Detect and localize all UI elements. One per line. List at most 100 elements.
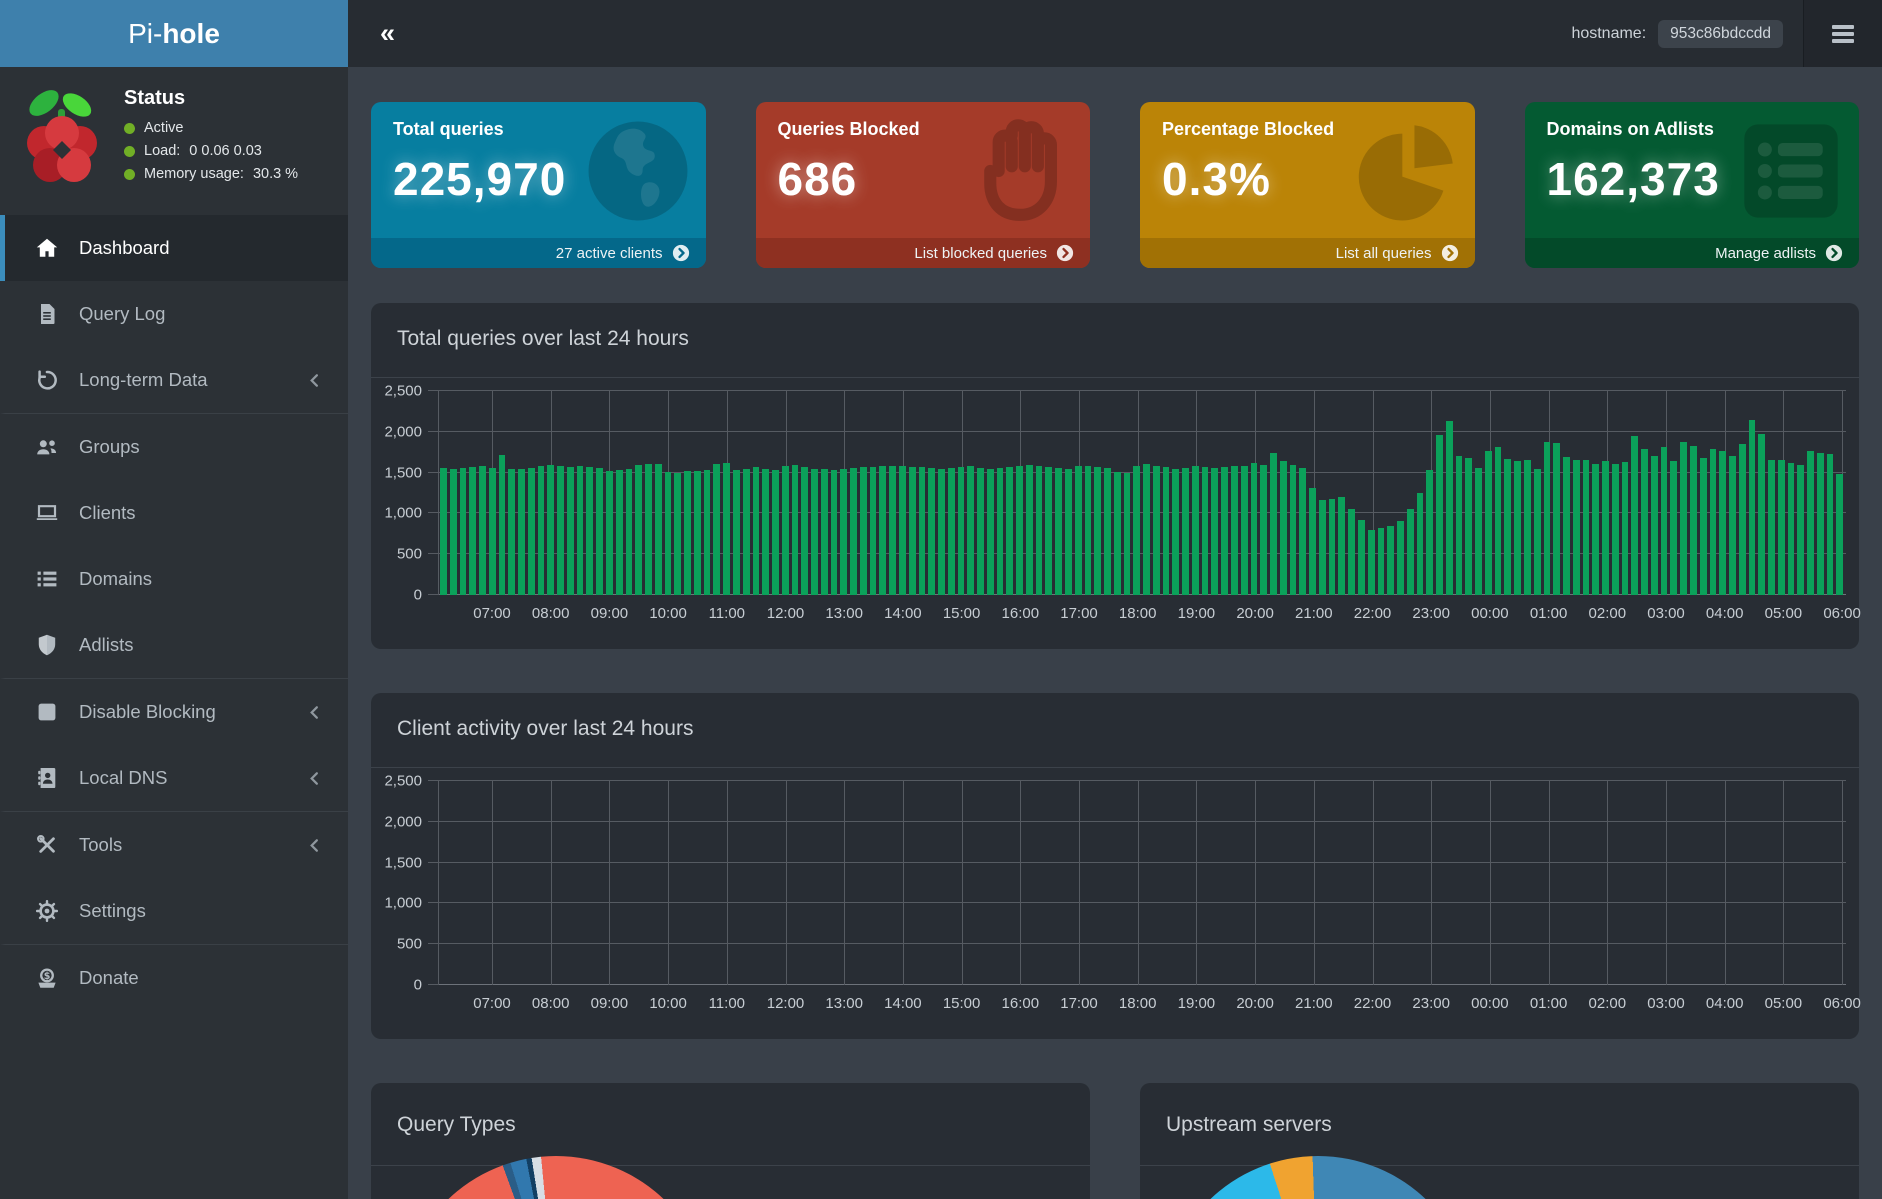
card-footer-link-27-active-clients[interactable]: 27 active clients xyxy=(371,238,706,268)
y-tick xyxy=(428,984,438,985)
query-bar xyxy=(938,469,945,595)
x-axis-label: 20:00 xyxy=(1236,995,1274,1012)
query-bar xyxy=(919,467,926,595)
query-bar xyxy=(1827,454,1834,595)
status-load-line: Load: 0 0.06 0.03 xyxy=(124,143,298,159)
query-bar xyxy=(1251,463,1258,595)
total-queries-chart[interactable]: 05001,0001,5002,0002,500 xyxy=(438,391,1846,595)
file-icon xyxy=(35,302,59,326)
sidebar-item-adlists[interactable]: Adlists xyxy=(0,612,348,678)
x-axis-label: 12:00 xyxy=(767,995,805,1012)
sidebar-collapse-button[interactable]: « xyxy=(380,20,395,47)
sidebar-item-query-log[interactable]: Query Log xyxy=(0,281,348,347)
query-bar xyxy=(1553,443,1560,595)
query-bar xyxy=(889,466,896,595)
x-axis-label: 06:00 xyxy=(1823,995,1861,1012)
query-bar xyxy=(1778,460,1785,595)
y-tick xyxy=(428,862,438,863)
card-title: Total queries xyxy=(393,119,684,140)
x-axis-label: 04:00 xyxy=(1706,995,1744,1012)
main-area: « hostname: 953c86bdccdd Total queries22… xyxy=(348,0,1882,1199)
sidebar-item-label: Local DNS xyxy=(79,767,167,789)
address-book-icon xyxy=(35,766,59,790)
x-axis-label: 15:00 xyxy=(943,605,981,622)
y-axis-label: 0 xyxy=(414,977,422,994)
query-bar xyxy=(1143,464,1150,595)
brand-prefix: Pi- xyxy=(128,18,162,50)
hamburger-menu-button[interactable] xyxy=(1803,0,1882,67)
query-bar xyxy=(626,469,633,595)
card-body: Domains on Adlists162,373 xyxy=(1525,102,1860,238)
x-axis-label: 11:00 xyxy=(709,605,745,622)
query-bar xyxy=(1299,468,1306,595)
sidebar-item-label: Domains xyxy=(79,568,152,590)
card-footer-link-list-all-queries[interactable]: List all queries xyxy=(1140,238,1475,268)
sidebar-item-label: Tools xyxy=(79,834,122,856)
query-bar xyxy=(743,469,750,595)
query-bar xyxy=(987,469,994,595)
y-axis-label: 2,500 xyxy=(384,383,422,400)
query-bar xyxy=(1612,464,1619,595)
green-dot-icon xyxy=(124,123,135,134)
query-bar xyxy=(753,467,760,595)
query-bar xyxy=(596,468,603,595)
card-body: Percentage Blocked0.3% xyxy=(1140,102,1475,238)
sidebar-item-domains[interactable]: Domains xyxy=(0,546,348,612)
sidebar-item-clients[interactable]: Clients xyxy=(0,480,348,546)
sidebar-item-groups[interactable]: Groups xyxy=(0,413,348,480)
x-axis-label: 04:00 xyxy=(1706,605,1744,622)
y-tick xyxy=(428,902,438,903)
query-bar xyxy=(1592,464,1599,595)
client-activity-chart[interactable]: 05001,0001,5002,0002,500 xyxy=(438,781,1846,985)
query-bar xyxy=(1729,456,1736,595)
pie-panels-row: Query Types Upstream servers xyxy=(371,1083,1859,1199)
card-footer-link-list-blocked-queries[interactable]: List blocked queries xyxy=(756,238,1091,268)
x-axis-label: 09:00 xyxy=(591,995,629,1012)
raspberry-logo-icon xyxy=(14,83,112,195)
upstream-servers-panel: Upstream servers xyxy=(1140,1083,1859,1199)
sidebar-item-label: Dashboard xyxy=(79,237,170,259)
query-bar xyxy=(1407,509,1414,595)
query-bar xyxy=(811,469,818,595)
x-axis-label: 16:00 xyxy=(1002,605,1040,622)
sidebar-item-donate[interactable]: $Donate xyxy=(0,944,348,1011)
history-icon xyxy=(35,368,59,392)
query-bar xyxy=(1622,462,1629,595)
query-bar xyxy=(1231,466,1238,595)
brand-logo: Pi-hole xyxy=(0,0,348,67)
dashboard-content: Total queries225,97027 active clientsQue… xyxy=(348,67,1882,1199)
sidebar-item-disable-blocking[interactable]: Disable Blocking xyxy=(0,678,348,745)
sidebar-item-long-term-data[interactable]: Long-term Data xyxy=(0,347,348,413)
query-bar xyxy=(860,467,867,595)
x-axis-label: 09:00 xyxy=(591,605,629,622)
query-bar xyxy=(606,471,613,595)
sidebar-item-dashboard[interactable]: Dashboard xyxy=(0,215,348,281)
x-axis-label: 05:00 xyxy=(1765,605,1803,622)
query-bar xyxy=(1290,465,1297,595)
sidebar-item-settings[interactable]: Settings xyxy=(0,878,348,944)
query-bar xyxy=(1739,444,1746,595)
query-bar xyxy=(1085,466,1092,595)
sidebar-item-local-dns[interactable]: Local DNS xyxy=(0,745,348,811)
y-axis-label: 500 xyxy=(397,936,422,953)
query-bar xyxy=(1836,474,1843,595)
x-axis-label: 07:00 xyxy=(473,605,511,622)
query-bar xyxy=(1075,466,1082,595)
sidebar-item-tools[interactable]: Tools xyxy=(0,811,348,878)
query-bar xyxy=(1749,420,1756,595)
y-axis-line xyxy=(438,391,439,595)
card-title: Percentage Blocked xyxy=(1162,119,1453,140)
circle-arrow-icon xyxy=(1825,244,1843,262)
card-footer-link-manage-adlists[interactable]: Manage adlists xyxy=(1525,238,1860,268)
query-bar xyxy=(928,468,935,595)
query-bar xyxy=(704,470,711,595)
status-memory-value: 30.3 % xyxy=(253,166,298,182)
sidebar-item-label: Adlists xyxy=(79,634,134,656)
query-bar xyxy=(1182,468,1189,595)
query-bar xyxy=(1436,435,1443,595)
summary-cards: Total queries225,97027 active clientsQue… xyxy=(371,102,1859,268)
x-axis-label: 23:00 xyxy=(1412,605,1450,622)
query-bar xyxy=(528,468,535,595)
x-axis-label: 05:00 xyxy=(1765,995,1803,1012)
query-bar xyxy=(1602,461,1609,595)
